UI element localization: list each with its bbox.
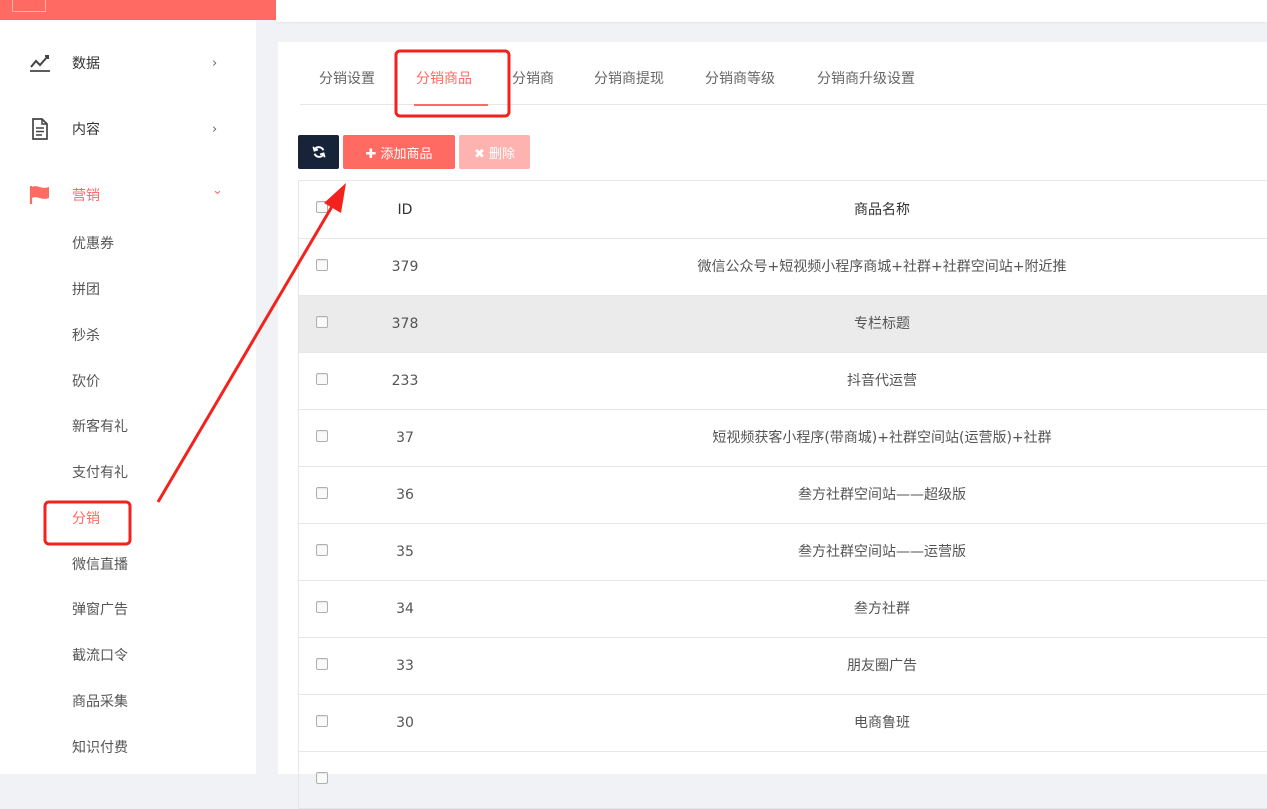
row-product-name: 叁方社群 xyxy=(854,601,910,617)
sidebar-item-content[interactable]: 内容 › xyxy=(0,114,256,144)
row-checkbox[interactable] xyxy=(316,544,328,556)
table-row[interactable]: 37 短视频获客小程序(带商城)+社群空间站(运营版)+社群 xyxy=(299,410,1267,467)
row-product-name: 微信公众号+短视频小程序商城+社群+社群空间站+附近推 xyxy=(697,259,1067,275)
row-checkbox[interactable] xyxy=(316,259,328,271)
top-header-bar xyxy=(0,0,1267,22)
row-product-name: 电商鲁班 xyxy=(854,715,910,731)
row-product-name: 叁方社群空间站——超级版 xyxy=(798,487,966,503)
sidebar-item-data-label: 数据 xyxy=(72,56,100,72)
sidebar-item-marketing[interactable]: 营销 ⌄ xyxy=(0,180,256,210)
tab-distributor-upgrade-settings[interactable]: 分销商升级设置 xyxy=(817,60,915,105)
table-row[interactable]: 36 叁方社群空间站——超级版 xyxy=(299,467,1267,524)
row-id: 379 xyxy=(391,259,419,275)
sidebar: 数据 › 内容 › 营销 ⌄ 优惠券 拼团 秒杀 砍价 新客有礼 支付有礼 分销… xyxy=(0,20,256,774)
row-id: 233 xyxy=(391,373,419,389)
row-product-name: 朋友圈广告 xyxy=(847,658,917,674)
submenu-group-buy[interactable]: 拼团 xyxy=(72,280,100,300)
row-checkbox[interactable] xyxy=(316,487,328,499)
tab-distribution-products[interactable]: 分销商品 xyxy=(414,60,488,106)
row-product-name: 专栏标题 xyxy=(854,316,910,332)
header-panel xyxy=(276,0,1267,22)
table-row[interactable]: 233 抖音代运营 xyxy=(299,353,1267,410)
row-product-name: 叁方社群空间站——运营版 xyxy=(798,544,966,560)
column-header-id: ID xyxy=(397,202,413,218)
flag-icon xyxy=(29,186,49,204)
submenu-product-collect[interactable]: 商品采集 xyxy=(72,692,128,712)
column-header-name: 商品名称 xyxy=(854,202,910,218)
logo-placeholder xyxy=(12,0,46,12)
delete-button[interactable]: ✖ 删除 xyxy=(459,135,530,169)
submenu-new-customer-gift[interactable]: 新客有礼 xyxy=(72,417,128,437)
row-checkbox[interactable] xyxy=(316,658,328,670)
table-header-row: ID 商品名称 xyxy=(299,181,1267,239)
row-product-name: 短视频获客小程序(带商城)+社群空间站(运营版)+社群 xyxy=(712,430,1052,446)
table-row[interactable]: 379 微信公众号+短视频小程序商城+社群+社群空间站+附近推 xyxy=(299,239,1267,296)
sidebar-item-data[interactable]: 数据 › xyxy=(0,48,256,78)
document-icon xyxy=(32,118,48,140)
submenu-payment-gift[interactable]: 支付有礼 xyxy=(72,463,128,483)
main-panel: 分销设置 分销商品 分销商 分销商提现 分销商等级 分销商升级设置 ✚ 添加商品… xyxy=(278,42,1267,809)
submenu-distribution[interactable]: 分销 xyxy=(72,509,100,529)
add-product-button[interactable]: ✚ 添加商品 xyxy=(343,135,455,169)
tab-distributor-levels[interactable]: 分销商等级 xyxy=(705,60,775,105)
products-table: ID 商品名称 379 微信公众号+短视频小程序商城+社群+社群空间站+附近推 … xyxy=(298,180,1267,809)
tab-distributors[interactable]: 分销商 xyxy=(512,60,554,105)
row-id: 35 xyxy=(396,544,414,560)
row-id: 378 xyxy=(391,316,419,332)
table-row[interactable]: 30 电商鲁班 xyxy=(299,695,1267,752)
row-id: 33 xyxy=(396,658,414,674)
row-id: 30 xyxy=(396,715,414,731)
row-checkbox[interactable] xyxy=(316,430,328,442)
row-id: 34 xyxy=(396,601,414,617)
sidebar-item-marketing-label: 营销 xyxy=(72,188,100,204)
select-all-checkbox[interactable] xyxy=(316,201,328,213)
tab-distribution-settings[interactable]: 分销设置 xyxy=(319,60,375,105)
chevron-down-icon: ⌄ xyxy=(212,183,223,198)
row-checkbox[interactable] xyxy=(316,715,328,727)
row-checkbox[interactable] xyxy=(316,373,328,385)
table-row-partial[interactable] xyxy=(299,752,1267,809)
submenu-bargain[interactable]: 砍价 xyxy=(72,372,100,392)
row-id: 37 xyxy=(396,430,414,446)
table-row[interactable]: 35 叁方社群空间站——运营版 xyxy=(299,524,1267,581)
submenu-intercept-code[interactable]: 截流口令 xyxy=(72,646,128,666)
table-row[interactable]: 34 叁方社群 xyxy=(299,581,1267,638)
row-checkbox[interactable] xyxy=(316,601,328,613)
row-id: 36 xyxy=(396,487,414,503)
submenu-knowledge-payment[interactable]: 知识付费 xyxy=(72,738,128,758)
submenu-wechat-live[interactable]: 微信直播 xyxy=(72,555,128,575)
row-product-name: 抖音代运营 xyxy=(847,373,917,389)
table-row[interactable]: 378 专栏标题 xyxy=(299,296,1267,353)
refresh-button[interactable] xyxy=(298,135,339,169)
submenu-popup-ads[interactable]: 弹窗广告 xyxy=(72,600,128,620)
tab-distributor-withdrawals[interactable]: 分销商提现 xyxy=(594,60,664,105)
chevron-right-icon: › xyxy=(212,121,218,137)
submenu-coupon[interactable]: 优惠券 xyxy=(72,234,114,254)
refresh-icon xyxy=(311,146,326,158)
sidebar-item-content-label: 内容 xyxy=(72,122,100,138)
submenu-flash-sale[interactable]: 秒杀 xyxy=(72,326,100,346)
chart-line-icon xyxy=(30,55,50,72)
tab-bar: 分销设置 分销商品 分销商 分销商提现 分销商等级 分销商升级设置 xyxy=(300,60,1267,106)
chevron-right-icon: › xyxy=(212,55,218,71)
table-row[interactable]: 33 朋友圈广告 xyxy=(299,638,1267,695)
row-checkbox[interactable] xyxy=(316,316,328,328)
